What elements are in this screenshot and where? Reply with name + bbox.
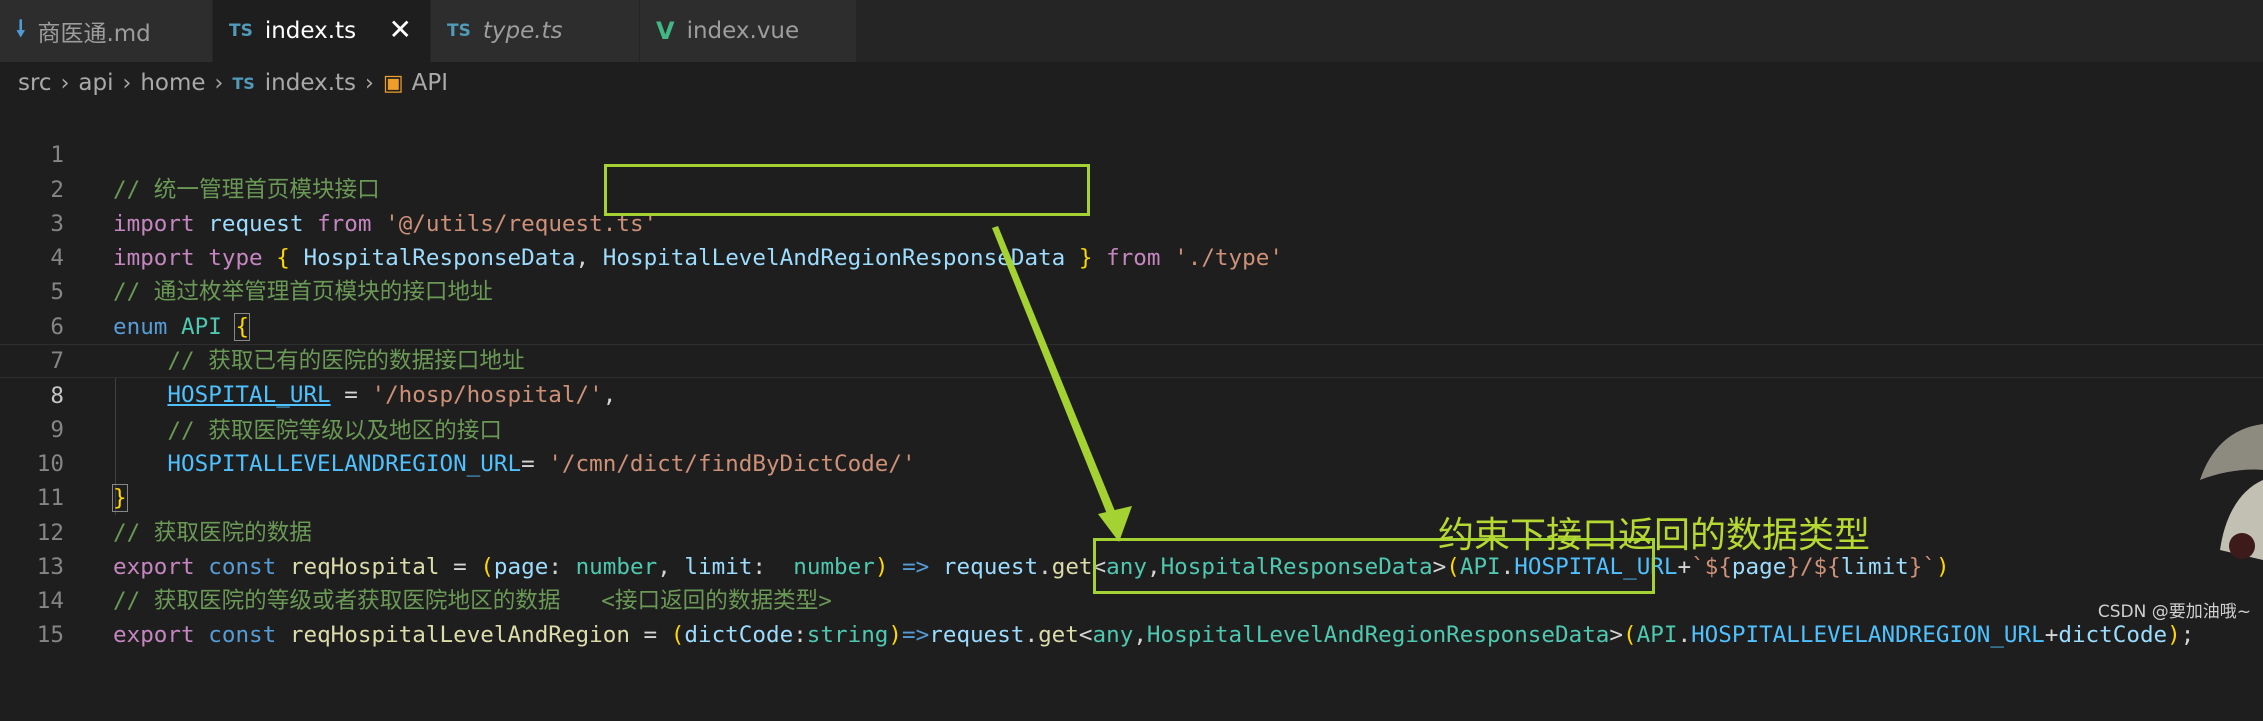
watermark: CSDN @要加油哦~	[2097, 602, 2251, 622]
identifier: request	[929, 622, 1025, 649]
arrow: =>	[902, 622, 930, 649]
keyword: export	[113, 622, 195, 649]
identifier: dictCode	[2058, 622, 2168, 649]
punctuation: ,	[1133, 622, 1147, 649]
type-name: any	[1092, 622, 1134, 649]
function-name: reqHospitalLevelAndRegion	[289, 622, 630, 649]
type-name: string	[806, 622, 889, 649]
decoration-shape	[2229, 533, 2255, 559]
punctuation: :	[793, 622, 807, 649]
paren: )	[2167, 622, 2181, 649]
paren: (	[670, 622, 685, 649]
annotation-label: 约束下接口返回的数据类型	[1438, 515, 1871, 556]
decoration-shape	[2200, 424, 2263, 480]
punctuation: >	[1609, 622, 1624, 649]
punctuation: .	[1677, 622, 1692, 649]
keyword: const	[208, 622, 277, 649]
punctuation: <	[1078, 622, 1093, 649]
annotation-arrow	[992, 226, 1132, 542]
type-name: HospitalLevelAndRegionResponseData	[1146, 622, 1610, 649]
parameter: dictCode	[684, 622, 794, 649]
arrow-shaft	[992, 226, 1117, 519]
punctuation: ;	[2180, 622, 2195, 649]
method: get	[1038, 622, 1079, 649]
enum-member: HOSPITALLEVELANDREGION_URL	[1691, 622, 2045, 649]
paren: )	[888, 622, 903, 649]
cartoon-decoration	[2200, 424, 2263, 560]
arrow-head	[1098, 506, 1132, 542]
punctuation: .	[1024, 622, 1039, 649]
operator: +	[2044, 622, 2059, 649]
paren: (	[1623, 622, 1637, 649]
enum-name: API	[1636, 622, 1678, 649]
operator: =	[629, 622, 671, 649]
